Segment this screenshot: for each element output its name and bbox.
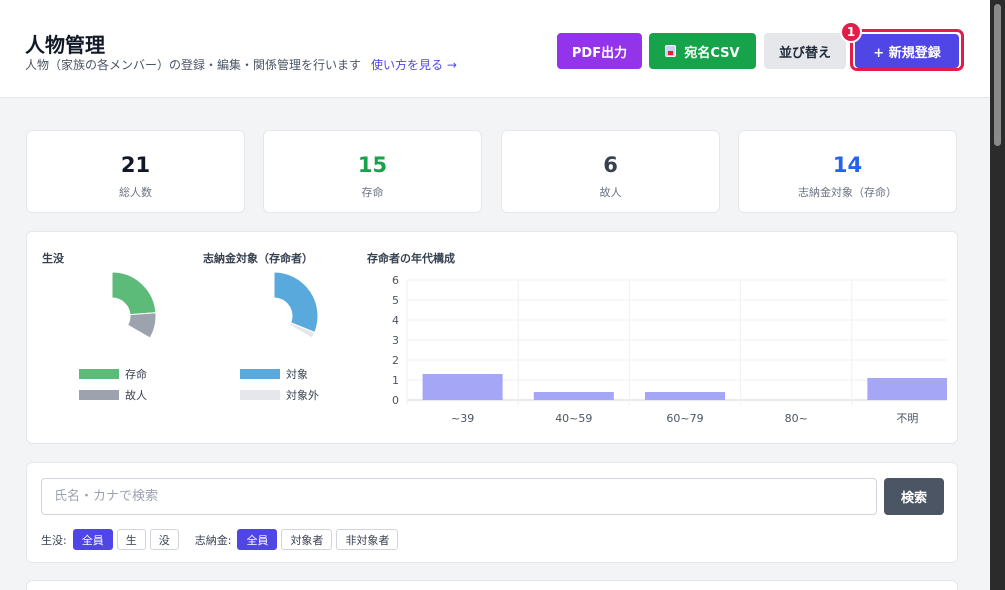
legend-alive: 存命 xyxy=(79,366,147,382)
y-tick-label: 2 xyxy=(392,354,399,367)
legend-non-target: 対象外 xyxy=(240,387,319,403)
legend-swatch-target xyxy=(240,369,280,379)
life-pie-chart xyxy=(111,271,157,339)
bar-2 xyxy=(644,392,726,400)
filter-donation-target[interactable]: 対象者 xyxy=(281,529,333,550)
new-registration-button[interactable]: + 新規登録 xyxy=(855,34,959,68)
age-bar-chart: 0 1 2 3 4 5 6 ~39 40~59 60~79 80~ 不明 xyxy=(392,274,947,425)
stat-card-donation: 14 志納金対象（存命） xyxy=(738,130,957,213)
stat-value-total: 21 xyxy=(120,153,151,177)
stat-label-total: 総人数 xyxy=(119,186,152,199)
y-tick-label: 6 xyxy=(392,274,399,287)
page-header: 人物管理 人物（家族の各メンバー）の登録・編集・関係管理を行います 使い方を見る … xyxy=(0,0,990,98)
charts-panel: 生没 存命 故人 志納金対象（存命者） 対象 対象外 存命者の年代構成 0123… xyxy=(26,231,958,444)
legend-label-alive: 存命 xyxy=(125,368,147,381)
stat-label-alive: 存命 xyxy=(361,186,384,199)
legend-deceased: 故人 xyxy=(79,387,147,403)
y-tick-label: 3 xyxy=(392,334,399,347)
page-subtitle: 人物（家族の各メンバー）の登録・編集・関係管理を行います 使い方を見る → xyxy=(25,56,457,73)
filter-life-deceased[interactable]: 没 xyxy=(149,529,179,550)
stat-value-deceased: 6 xyxy=(603,153,618,177)
chart-title-age: 存命者の年代構成 xyxy=(367,252,455,265)
legend-label-deceased: 故人 xyxy=(125,389,147,402)
filter-life-alive[interactable]: 生 xyxy=(116,529,146,550)
results-panel xyxy=(26,580,958,590)
x-tick-label: 不明 xyxy=(896,412,918,425)
x-tick-label: ~39 xyxy=(451,412,474,425)
pie-slice-0 xyxy=(273,271,319,334)
filter-life-all[interactable]: 全員 xyxy=(72,529,113,550)
stat-card-alive: 15 存命 xyxy=(263,130,482,213)
csv-file-icon xyxy=(665,45,677,57)
page-scrollbar[interactable] xyxy=(990,0,1005,590)
legend-label-target: 対象 xyxy=(286,368,308,381)
page-title: 人物管理 xyxy=(25,33,105,57)
stat-value-donation: 14 xyxy=(832,153,863,177)
step-marker-badge: 1 xyxy=(840,21,862,43)
search-input[interactable] xyxy=(41,478,877,515)
stat-label-donation: 志納金対象（存命） xyxy=(798,186,897,199)
y-tick-label: 0 xyxy=(392,394,399,407)
filter-label-life: 生没: xyxy=(41,533,67,547)
legend-swatch-alive xyxy=(79,369,119,379)
pdf-export-button[interactable]: PDF出力 xyxy=(557,33,642,69)
y-tick-label: 4 xyxy=(392,314,399,327)
help-link[interactable]: 使い方を見る → xyxy=(371,58,457,72)
x-tick-label: 60~79 xyxy=(666,412,703,425)
stat-label-deceased: 故人 xyxy=(599,186,622,199)
filter-donation-all[interactable]: 全員 xyxy=(237,529,278,550)
y-tick-label: 5 xyxy=(392,294,399,307)
scrollbar-thumb[interactable] xyxy=(994,4,1001,146)
y-tick-label: 1 xyxy=(392,374,399,387)
bar-0 xyxy=(422,374,503,400)
stat-card-total: 21 総人数 xyxy=(26,130,245,213)
filter-donation-non-target[interactable]: 非対象者 xyxy=(336,529,399,550)
legend-swatch-deceased xyxy=(79,390,119,400)
stat-value-alive: 15 xyxy=(357,153,388,177)
x-tick-label: 80~ xyxy=(785,412,808,425)
bar-4 xyxy=(867,378,947,400)
address-csv-button[interactable]: 宛名CSV xyxy=(649,33,756,69)
address-csv-label: 宛名CSV xyxy=(684,45,740,61)
subtitle-text: 人物（家族の各メンバー）の登録・編集・関係管理を行います xyxy=(25,58,362,72)
legend-target: 対象 xyxy=(240,366,308,382)
filter-label-donation: 志納金: xyxy=(194,533,232,547)
sort-button[interactable]: 並び替え xyxy=(764,33,846,69)
pie-slice-0 xyxy=(111,271,157,316)
stat-card-deceased: 6 故人 xyxy=(501,130,720,213)
search-button[interactable]: 検索 xyxy=(884,478,944,515)
search-panel: 検索 生没: 全員 生 没 志納金: 全員 対象者 非対象者 xyxy=(26,462,958,563)
bar-1 xyxy=(533,392,614,400)
donation-pie-chart xyxy=(273,271,319,339)
x-tick-label: 40~59 xyxy=(555,412,592,425)
legend-swatch-non-target xyxy=(240,390,280,400)
pie-slice-1 xyxy=(126,312,157,339)
legend-label-non-target: 対象外 xyxy=(286,389,319,402)
filter-bar: 生没: 全員 生 没 志納金: 全員 対象者 非対象者 xyxy=(41,529,402,550)
